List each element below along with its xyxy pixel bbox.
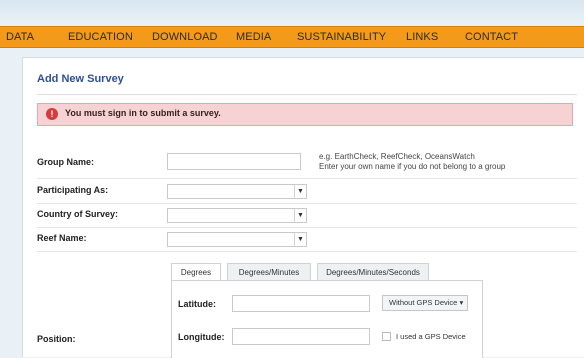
group-name-input[interactable] [167, 153, 301, 170]
survey-form-panel: Add New Survey ! You must sign in to sub… [22, 57, 584, 358]
country-row: Country of Survey: ▼ [37, 204, 577, 228]
longitude-label: Longitude: [178, 332, 225, 342]
position-label: Position: [37, 334, 76, 344]
country-label: Country of Survey: [37, 209, 119, 219]
alert-icon: ! [46, 108, 58, 120]
latitude-label: Latitude: [178, 299, 216, 309]
nav-contact[interactable]: CONTACT [465, 31, 518, 43]
chevron-down-icon: ▼ [294, 233, 306, 246]
group-name-row: Group Name: e.g. EarthCheck, ReefCheck, … [37, 149, 577, 179]
country-select[interactable]: ▼ [167, 208, 307, 223]
top-strip [0, 0, 584, 24]
participating-as-label: Participating As: [37, 185, 109, 195]
nav-sustainability[interactable]: SUSTAINABILITY [297, 31, 386, 43]
row-divider [37, 178, 577, 179]
reef-name-select[interactable]: ▼ [167, 232, 307, 247]
tab-degrees-minutes-seconds[interactable]: Degrees/Minutes/Seconds [317, 263, 429, 280]
alert-text: You must sign in to submit a survey. [65, 108, 221, 118]
gps-device-checkbox-label: I used a GPS Device [396, 332, 466, 341]
nav-media[interactable]: MEDIA [236, 31, 271, 43]
main-nav: DATA EDUCATION DOWNLOAD MEDIA SUSTAINABI… [0, 26, 584, 48]
participating-as-select[interactable]: ▼ [167, 184, 307, 199]
participating-as-row: Participating As: ▼ [37, 180, 577, 204]
chevron-down-icon: ▾ [457, 298, 464, 307]
tab-degrees[interactable]: Degrees [171, 263, 221, 280]
longitude-input[interactable] [232, 328, 370, 345]
gps-device-checkbox[interactable] [382, 332, 391, 341]
nav-download[interactable]: DOWNLOAD [152, 31, 218, 43]
row-divider [37, 251, 577, 252]
nav-data[interactable]: DATA [6, 31, 34, 43]
chevron-down-icon: ▼ [294, 209, 306, 222]
reef-name-row: Reef Name: ▼ [37, 228, 577, 252]
chevron-down-icon: ▼ [294, 185, 306, 198]
group-name-hint-1: e.g. EarthCheck, ReefCheck, OceansWatch [319, 152, 475, 161]
nav-links[interactable]: LINKS [406, 31, 438, 43]
latitude-input[interactable] [232, 295, 370, 312]
group-name-hint-2: Enter your own name if you do not belong… [319, 162, 506, 171]
position-tab-panel: Latitude: Without GPS Device ▾ Longitude… [171, 280, 483, 358]
reef-name-label: Reef Name: [37, 233, 87, 243]
nav-education[interactable]: EDUCATION [68, 31, 133, 43]
page-title: Add New Survey [37, 73, 124, 85]
title-divider [37, 94, 577, 95]
tab-degrees-minutes[interactable]: Degrees/Minutes [227, 263, 311, 280]
sign-in-alert: ! You must sign in to submit a survey. [37, 103, 573, 126]
group-name-label: Group Name: [37, 157, 95, 167]
gps-mode-button[interactable]: Without GPS Device ▾ [382, 295, 468, 311]
